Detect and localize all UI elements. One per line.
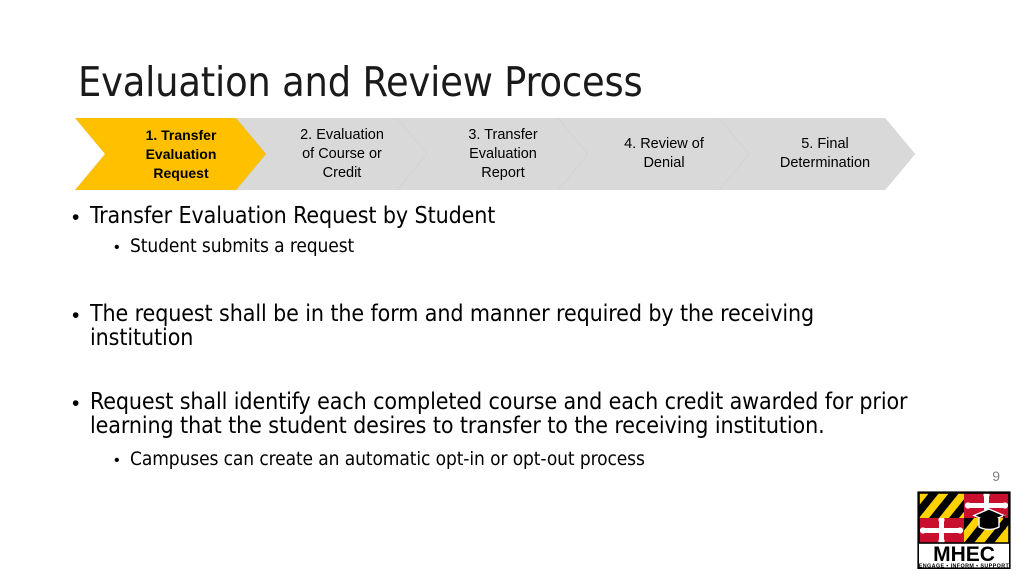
content-block-2: • The request shall be in the form and m… <box>72 302 912 350</box>
bullet-text: The request shall be in the form and man… <box>90 301 815 351</box>
process-step-4-label: 4. Review of Denial <box>624 136 704 171</box>
page-title: Evaluation and Review Process <box>78 58 643 106</box>
page-number: 9 <box>992 468 1000 484</box>
bullet-text: Request shall identify each completed co… <box>90 389 908 439</box>
sub-bullet-text: Campuses can create an automatic opt-in … <box>130 448 645 470</box>
slide-canvas: Evaluation and Review Process 1. Transfe… <box>0 0 1024 576</box>
bullet-text: Transfer Evaluation Request by Student <box>90 203 496 229</box>
sub-bullet-text: Student submits a request <box>130 235 355 257</box>
process-step-1[interactable]: 1. Transfer Evaluation Request <box>75 118 271 190</box>
bullet-glyph: • <box>72 304 80 327</box>
sub-bullet-glyph: • <box>114 239 120 256</box>
bullet-glyph: • <box>72 392 80 415</box>
process-step-3-label: 3. Transfer Evaluation Report <box>468 126 538 181</box>
bullet-item: • Transfer Evaluation Request by Student <box>72 204 972 231</box>
content-block-1: • Transfer Evaluation Request by Student… <box>72 204 972 260</box>
bullet-item: • The request shall be in the form and m… <box>72 302 912 350</box>
content-block-3: • Request shall identify each completed … <box>72 390 952 473</box>
sub-bullet-glyph: • <box>114 452 120 469</box>
process-step-2-label: 2. Evaluation of Course or Credit <box>300 126 384 181</box>
sub-bullet-item: • Campuses can create an automatic opt-i… <box>114 448 952 473</box>
process-flow-diagram: 1. Transfer Evaluation Request 2. Evalua… <box>75 118 915 190</box>
bullet-item: • Request shall identify each completed … <box>72 390 952 438</box>
process-step-5-label: 5. Final Determination <box>779 136 871 171</box>
process-step-1-label: 1. Transfer Evaluation Request <box>145 126 217 181</box>
bullet-glyph: • <box>72 206 80 229</box>
sub-bullet-item: • Student submits a request <box>114 235 972 260</box>
mhec-logo: MHEC ENGAGE • INFORM • SUPPORT <box>916 491 1012 569</box>
